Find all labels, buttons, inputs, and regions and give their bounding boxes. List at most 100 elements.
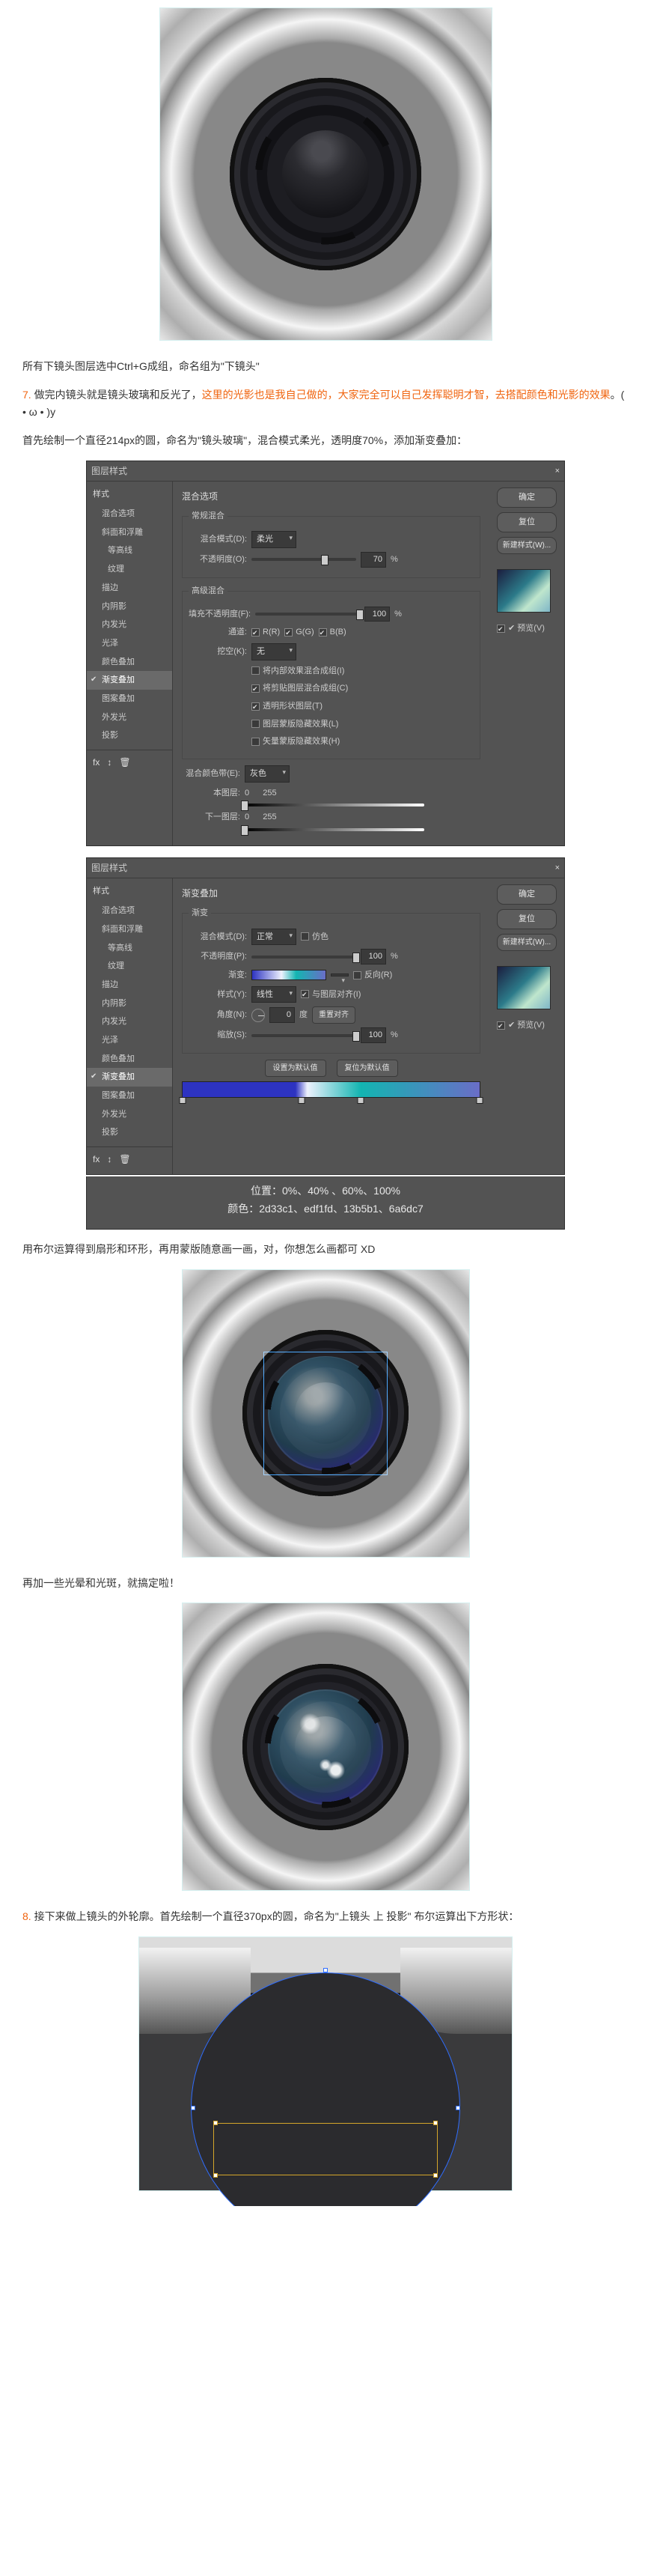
set-default-button[interactable]: 设置为默认值 (265, 1060, 326, 1077)
this-a: 0 (245, 786, 249, 801)
trash-icon-b[interactable]: 🗑 (119, 1152, 130, 1167)
gb-opac-slider[interactable] (251, 956, 356, 959)
sidebar-item[interactable]: 纹理 (87, 957, 172, 976)
layerstyle-dialog-a: 图层样式 × 样式 混合选项斜面和浮雕等高线纹理描边内阴影内发光光泽颜色叠加渐变… (86, 461, 565, 846)
sidebar-item[interactable]: 等高线 (87, 541, 172, 560)
preview-swatch-b (497, 966, 551, 1009)
close-icon-b[interactable]: × (555, 864, 560, 872)
fill-value[interactable]: 100 (364, 607, 390, 622)
sidebar-item[interactable]: 描边 (87, 976, 172, 994)
channel-g[interactable]: G(G) (284, 625, 314, 640)
sidebar-item[interactable]: 图案叠加 (87, 690, 172, 708)
cancel-button[interactable]: 复位 (497, 512, 557, 532)
channel-b[interactable]: B(B) (319, 625, 346, 640)
new-style-button-b[interactable]: 新建样式(W)... (497, 934, 557, 951)
this-b: 255 (263, 786, 276, 801)
paragraph-boolean-mask: 用布尔运算得到扇形和环形，再用蒙版随意画一画，对，你想怎么画都可 XD (22, 1241, 629, 1259)
dialog-titlebar-b: 图层样式 × (87, 858, 564, 878)
sidebar-item[interactable]: 渐变叠加 (87, 671, 172, 690)
sidebar-item[interactable]: 纹理 (87, 560, 172, 579)
step-7-highlight: 这里的光影也是我自己做的，大家完全可以自己发挥聪明才智，去搭配颜色和光影的效果 (202, 389, 611, 401)
sidebar-footer-b: fx ↕ 🗑 (87, 1146, 172, 1171)
sidebar-item[interactable]: 投影 (87, 726, 172, 745)
channel-label: 通道: (189, 625, 247, 640)
blendif-select[interactable]: 灰色 (245, 765, 290, 783)
channel-r[interactable]: R(R) (251, 625, 280, 640)
close-icon[interactable]: × (555, 467, 560, 476)
blend-mode-select[interactable]: 柔光 (251, 531, 296, 548)
sidebar-item[interactable]: 混合选项 (87, 902, 172, 920)
sidebar-item[interactable]: 描边 (87, 579, 172, 598)
chk-trans-shape[interactable]: 透明形状图层(T) (251, 699, 323, 714)
gb-scale-slider[interactable] (251, 1034, 356, 1037)
sidebar-item[interactable]: 斜面和浮雕 (87, 523, 172, 542)
sidebar-item[interactable]: 混合选项 (87, 505, 172, 523)
gb-style-select[interactable]: 线性 (251, 986, 296, 1003)
fill-slider[interactable] (255, 613, 360, 616)
opacity-slider[interactable] (251, 558, 356, 561)
panel-b-title: 渐变叠加 (182, 886, 480, 901)
gb-opac-label: 不透明度(P): (189, 950, 247, 964)
group-gradient: 渐变 (189, 906, 211, 920)
gb-scale-value[interactable]: 100 (361, 1027, 386, 1043)
opacity-label: 不透明度(O): (189, 553, 247, 567)
gradient-bar[interactable] (182, 1081, 480, 1098)
chk-clip-group[interactable]: 将剪贴图层混合成组(C) (251, 681, 348, 696)
gradient-dropdown-icon[interactable] (331, 973, 349, 976)
blend-mode-label: 混合模式(D): (189, 532, 247, 547)
align-checkbox[interactable]: 与图层对齐(I) (301, 988, 361, 1002)
step-7-intro: 7. 做完内镜头就是镜头玻璃和反光了，这里的光影也是我自己做的，大家完全可以自己… (22, 386, 629, 422)
reverse-checkbox[interactable]: 反向(R) (353, 968, 392, 982)
knockout-select[interactable]: 无 (251, 643, 296, 660)
ok-button-b[interactable]: 确定 (497, 884, 557, 905)
sidebar-item[interactable]: 内阴影 (87, 598, 172, 616)
sidebar-item[interactable]: 渐变叠加 (87, 1068, 172, 1087)
chk-vector-hide[interactable]: 矢量蒙版隐藏效果(H) (251, 735, 340, 749)
gb-blend-select[interactable]: 正常 (251, 929, 296, 946)
sidebar-item[interactable]: 投影 (87, 1123, 172, 1142)
sidebar-item[interactable]: 图案叠加 (87, 1087, 172, 1105)
dialog-title-b: 图层样式 (91, 860, 127, 875)
sidebar-item[interactable]: 斜面和浮雕 (87, 920, 172, 939)
opacity-unit: % (391, 553, 398, 567)
chk-mask-hide[interactable]: 图层蒙版隐藏效果(L) (251, 717, 338, 732)
reset-align-button[interactable]: 重置对齐 (312, 1006, 355, 1024)
ok-button[interactable]: 确定 (497, 487, 557, 508)
sidebar-item[interactable]: 外发光 (87, 1105, 172, 1124)
reorder-icon[interactable]: ↕ (107, 755, 111, 770)
dither-checkbox[interactable]: 仿色 (301, 930, 328, 944)
preview-checkbox-b[interactable]: ✔ 预览(V) (497, 1018, 557, 1033)
blendif-this-slider[interactable] (245, 804, 424, 806)
sidebar-item[interactable]: 内发光 (87, 616, 172, 634)
opacity-value[interactable]: 70 (361, 552, 386, 568)
under-b: 255 (263, 810, 276, 824)
fx-icon-b[interactable]: fx (93, 1152, 100, 1167)
sidebar-item[interactable]: 等高线 (87, 939, 172, 958)
sidebar-item[interactable]: 外发光 (87, 708, 172, 727)
reset-default-button[interactable]: 复位为默认值 (337, 1060, 398, 1077)
chk-inner-group[interactable]: 将内部效果混合成组(I) (251, 664, 344, 678)
blendif-under-slider[interactable] (245, 828, 424, 831)
dialog-buttons-b: 确定 复位 新建样式(W)... ✔ 预览(V) (489, 878, 564, 1174)
cancel-button-b[interactable]: 复位 (497, 909, 557, 929)
trash-icon[interactable]: 🗑 (119, 755, 130, 770)
preview-checkbox[interactable]: ✔ 预览(V) (497, 622, 557, 636)
gradient-picker[interactable] (251, 970, 326, 980)
sidebar-item[interactable]: 内阴影 (87, 994, 172, 1013)
sidebar-item[interactable]: 内发光 (87, 1012, 172, 1031)
fill-label: 填充不透明度(F): (189, 607, 251, 622)
gb-opac-value[interactable]: 100 (361, 949, 386, 965)
figure-lens-glass-final (15, 1603, 636, 1897)
gb-angle-value[interactable]: 0 (269, 1007, 295, 1023)
sidebar-item[interactable]: 光泽 (87, 1031, 172, 1050)
sidebar-item[interactable]: 光泽 (87, 634, 172, 653)
sidebar-footer: fx ↕ 🗑 (87, 750, 172, 774)
angle-dial[interactable] (251, 1009, 265, 1022)
sidebar-item[interactable]: 颜色叠加 (87, 653, 172, 672)
dialog-buttons: 确定 复位 新建样式(W)... ✔ 预览(V) (489, 482, 564, 845)
new-style-button[interactable]: 新建样式(W)... (497, 537, 557, 554)
sidebar-item[interactable]: 颜色叠加 (87, 1050, 172, 1069)
figure-upper-lens-shape (15, 1936, 636, 2206)
fx-icon[interactable]: fx (93, 755, 100, 770)
reorder-icon-b[interactable]: ↕ (107, 1152, 111, 1167)
